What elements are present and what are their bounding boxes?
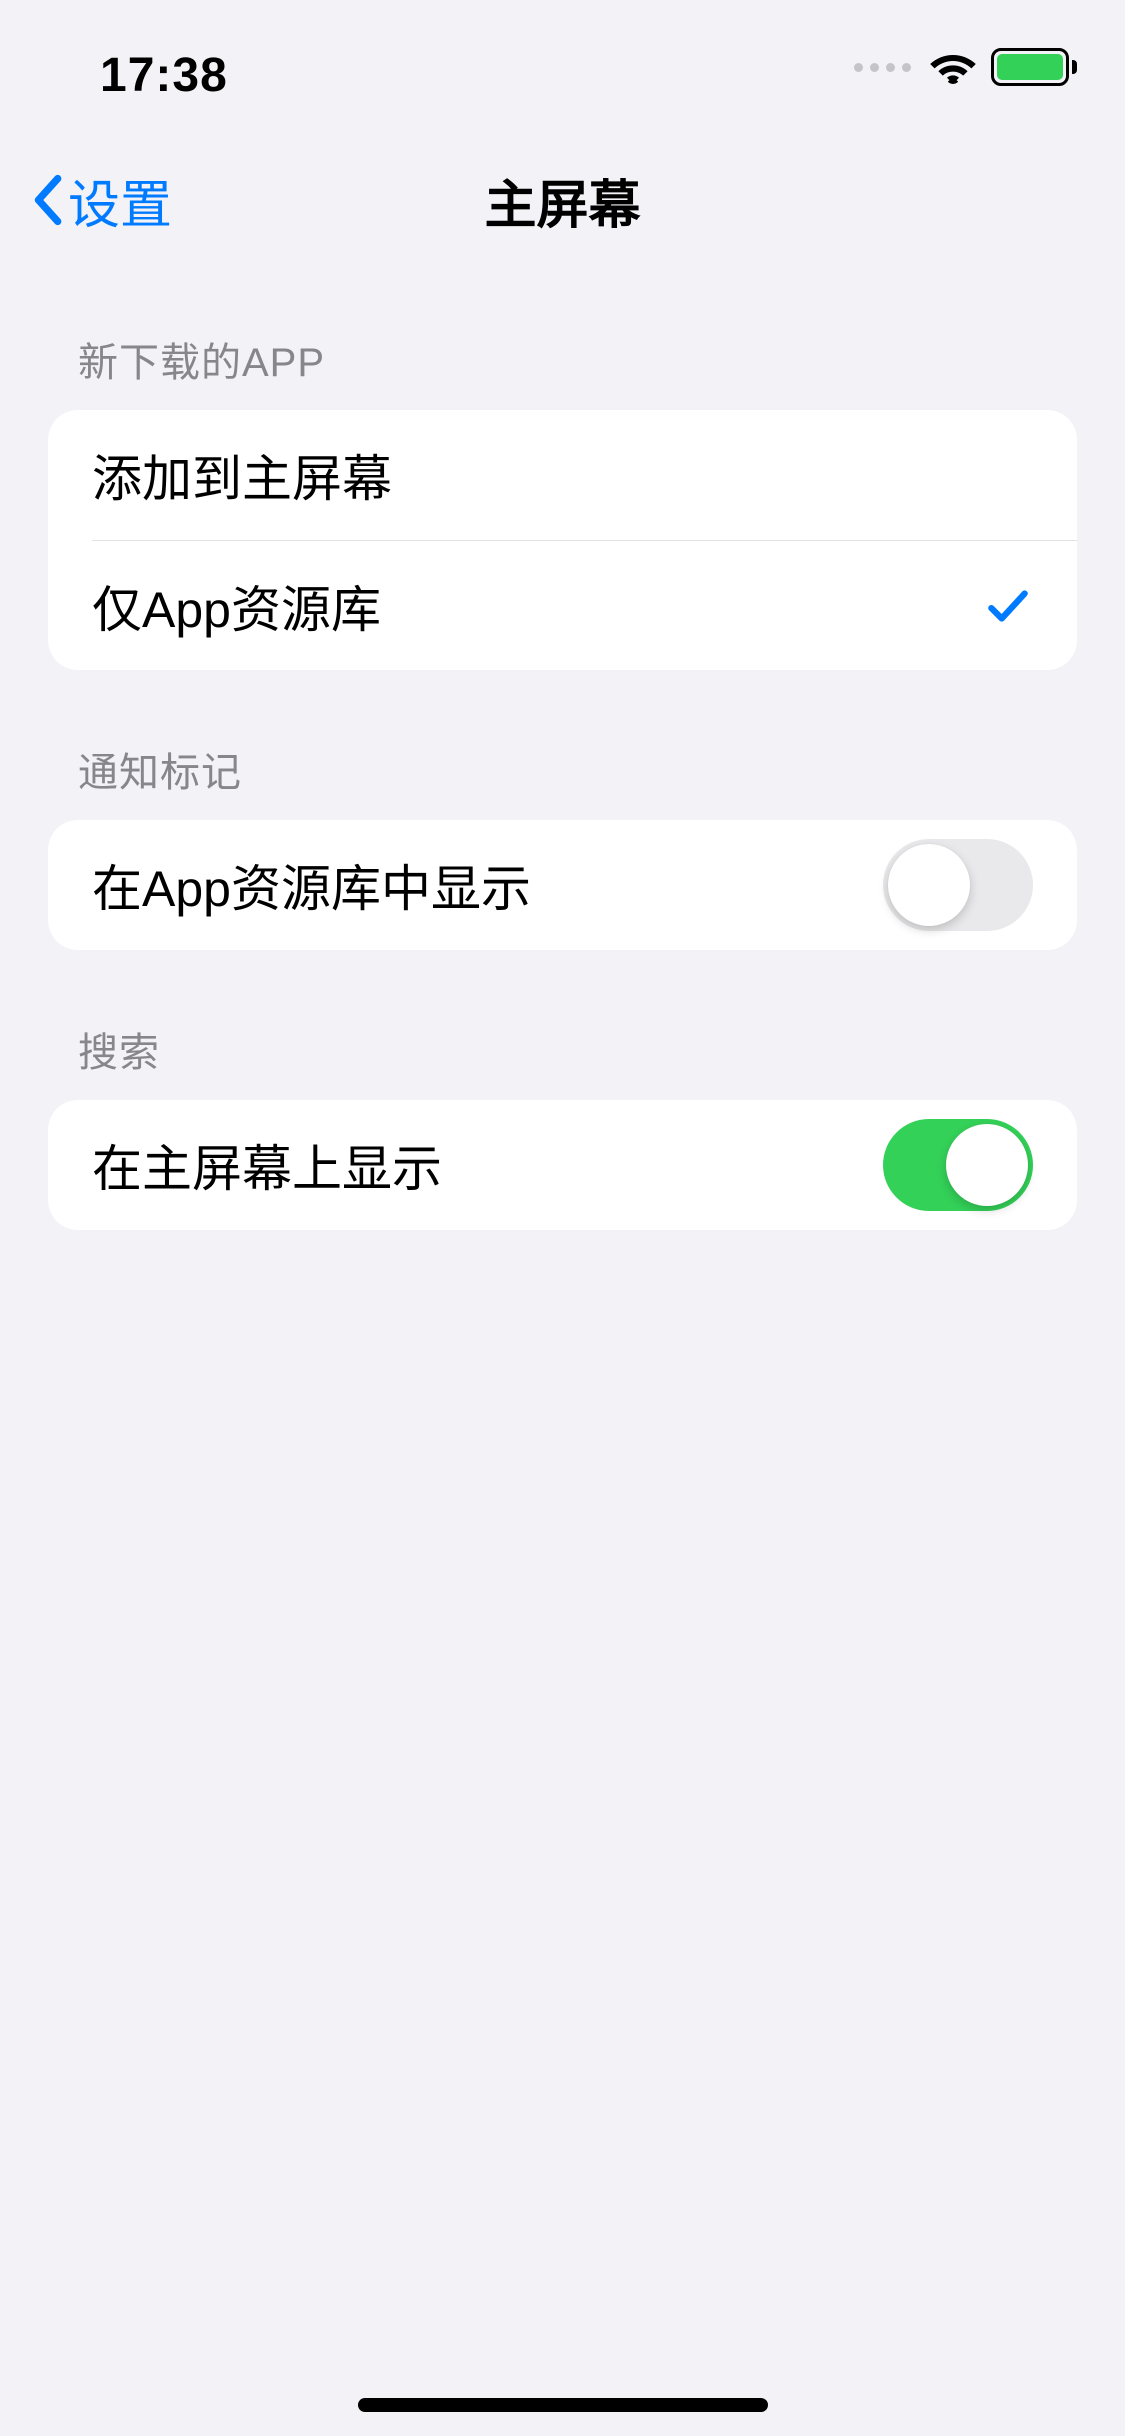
home-indicator[interactable]: [358, 2398, 768, 2412]
nav-bar: 设置 主屏幕: [0, 140, 1125, 260]
group-new-apps: 添加到主屏幕 仅App资源库: [48, 410, 1077, 670]
status-right: [854, 48, 1077, 86]
group-search: 在主屏幕上显示: [48, 1100, 1077, 1230]
row-label: 在主屏幕上显示: [92, 1129, 883, 1201]
toggle-show-on-home[interactable]: [883, 1119, 1033, 1211]
row-show-in-app-library: 在App资源库中显示: [48, 820, 1077, 950]
row-label: 仅App资源库: [92, 570, 983, 642]
status-bar: 17:38: [0, 0, 1125, 140]
option-app-library-only[interactable]: 仅App资源库: [92, 540, 1077, 670]
status-time: 17:38: [100, 48, 228, 103]
checkmark-icon: [983, 581, 1033, 631]
battery-icon: [991, 48, 1077, 86]
back-label: 设置: [68, 163, 172, 238]
option-add-to-home[interactable]: 添加到主屏幕: [48, 410, 1077, 540]
wifi-icon: [929, 49, 977, 85]
row-show-on-home: 在主屏幕上显示: [48, 1100, 1077, 1230]
section-header-badges: 通知标记: [48, 670, 1077, 820]
cellular-dots-icon: [854, 63, 911, 72]
toggle-show-in-app-library[interactable]: [883, 839, 1033, 931]
chevron-left-icon: [32, 174, 62, 226]
group-badges: 在App资源库中显示: [48, 820, 1077, 950]
page-title: 主屏幕: [484, 163, 640, 238]
section-header-new-apps: 新下载的APP: [48, 260, 1077, 410]
row-label: 添加到主屏幕: [92, 439, 1033, 511]
section-header-search: 搜索: [48, 950, 1077, 1100]
row-label: 在App资源库中显示: [92, 849, 883, 921]
back-button[interactable]: 设置: [20, 140, 184, 260]
content: 新下载的APP 添加到主屏幕 仅App资源库 通知标记 在App资源库中显示 搜…: [0, 260, 1125, 1230]
